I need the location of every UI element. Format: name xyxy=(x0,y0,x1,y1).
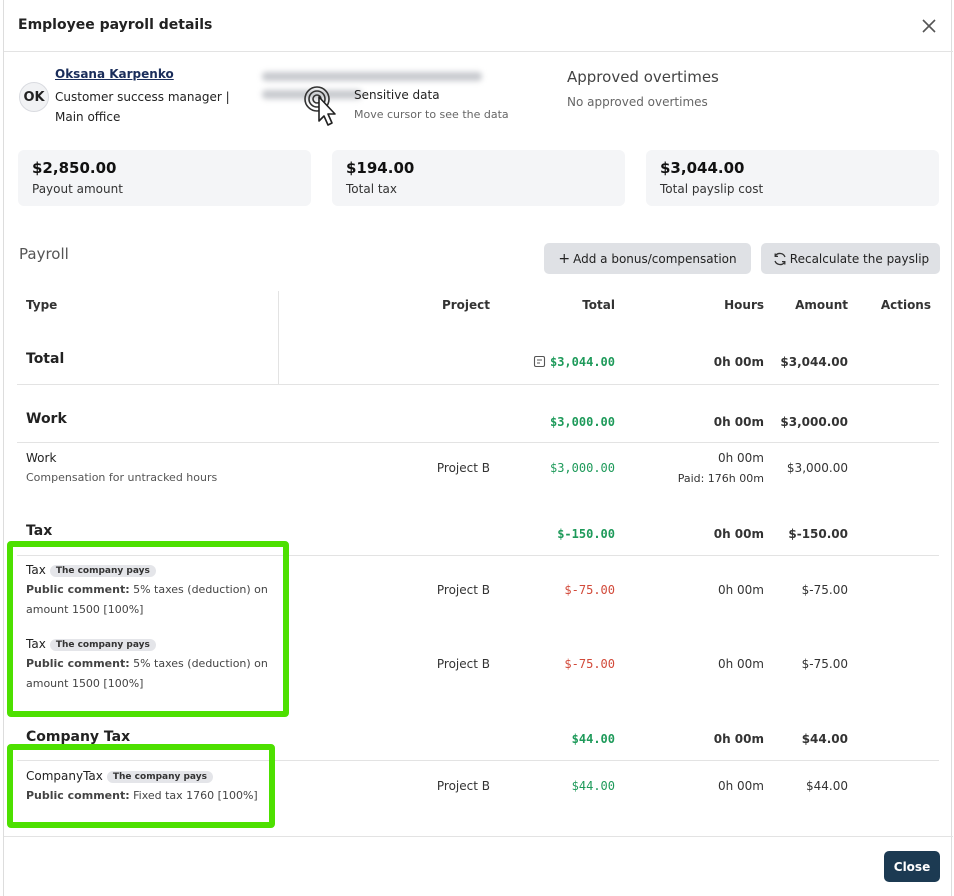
plus-icon: + xyxy=(558,250,571,267)
tax-group-amount: $-150.00 xyxy=(788,527,848,541)
fingerprint-cursor-icon xyxy=(304,86,336,126)
col-header-total: Total xyxy=(582,298,615,312)
highlight-box-tax-items xyxy=(7,541,289,717)
tax-item-total: $-75.00 xyxy=(564,657,615,671)
employee-role-line1: Customer success manager | xyxy=(55,90,230,104)
sensitive-data-hint: Move cursor to see the data xyxy=(354,108,509,121)
tax-item-amount: $-75.00 xyxy=(801,657,848,671)
work-group-type: Work xyxy=(26,411,67,427)
sensitive-data-title: Sensitive data xyxy=(354,88,440,102)
refresh-icon xyxy=(774,252,786,265)
payout-amount: $2,850.00 xyxy=(32,159,117,177)
work-group-amount: $3,000.00 xyxy=(780,415,848,429)
col-header-type: Type xyxy=(26,298,58,312)
work-item-project: Project B xyxy=(436,461,490,475)
row-divider xyxy=(17,384,939,385)
total-row-type: Total xyxy=(26,351,65,367)
payslip-icon xyxy=(533,355,546,368)
payslip-cost-label: Total payslip cost xyxy=(660,182,764,196)
work-item-amount: $3,000.00 xyxy=(786,461,848,475)
payroll-section-title: Payroll xyxy=(19,245,69,263)
company-tax-item-project: Project B xyxy=(436,779,490,793)
approved-overtimes-title: Approved overtimes xyxy=(567,68,719,86)
tax-group-type: Tax xyxy=(26,523,53,539)
total-row-total: $3,044.00 xyxy=(515,355,615,369)
recalculate-button[interactable]: Recalculate the payslip xyxy=(761,243,940,274)
summary-card-tax: $194.00 Total tax xyxy=(332,150,625,206)
payout-label: Payout amount xyxy=(32,182,123,196)
highlight-box-company-tax xyxy=(7,744,275,828)
employee-role: Customer success manager | Main office xyxy=(55,87,245,127)
close-button[interactable]: Close xyxy=(884,851,940,882)
company-tax-group-amount: $44.00 xyxy=(801,732,848,746)
company-tax-item-total: $44.00 xyxy=(571,779,615,793)
summary-card-cost: $3,044.00 Total payslip cost xyxy=(646,150,939,206)
avatar: OK xyxy=(19,82,49,112)
total-tax-amount: $194.00 xyxy=(346,159,415,177)
tax-group-total: $-150.00 xyxy=(557,527,615,541)
work-item-description: Compensation for untracked hours xyxy=(26,471,218,484)
tax-item-total: $-75.00 xyxy=(564,583,615,597)
payroll-dialog: Employee payroll details OK Oksana Karpe… xyxy=(3,0,953,896)
total-tax-label: Total tax xyxy=(346,182,397,196)
col-header-project: Project xyxy=(441,298,490,312)
company-tax-item-amount: $44.00 xyxy=(806,779,848,793)
add-bonus-label: Add a bonus/compensation xyxy=(573,251,737,266)
payslip-cost-amount: $3,044.00 xyxy=(660,159,745,177)
employee-role-line2: Main office xyxy=(55,110,121,124)
approved-overtimes-value: No approved overtimes xyxy=(567,95,708,109)
work-group-total: $3,000.00 xyxy=(549,415,615,429)
dialog-header: Employee payroll details xyxy=(4,0,953,52)
column-divider xyxy=(278,291,279,384)
summary-card-payout: $2,850.00 Payout amount xyxy=(18,150,311,206)
tax-item-project: Project B xyxy=(436,583,490,597)
recalculate-label: Recalculate the payslip xyxy=(789,251,930,266)
tax-item-project: Project B xyxy=(436,657,490,671)
close-icon[interactable] xyxy=(919,16,939,36)
tax-item-amount: $-75.00 xyxy=(801,583,848,597)
dialog-title: Employee payroll details xyxy=(18,17,213,33)
employee-name-link[interactable]: Oksana Karpenko xyxy=(55,67,174,81)
total-row-total-value: $3,044.00 xyxy=(549,355,615,369)
work-item-total: $3,000.00 xyxy=(549,461,615,475)
add-bonus-button[interactable]: + Add a bonus/compensation xyxy=(544,243,751,274)
work-item-type: Work xyxy=(26,451,57,465)
col-header-actions: Actions xyxy=(880,298,931,312)
company-tax-group-total: $44.00 xyxy=(571,732,615,746)
row-divider xyxy=(17,442,939,443)
total-row-amount: $3,044.00 xyxy=(780,355,848,369)
footer-divider xyxy=(4,836,953,837)
company-tax-group-type: Company Tax xyxy=(26,729,131,745)
